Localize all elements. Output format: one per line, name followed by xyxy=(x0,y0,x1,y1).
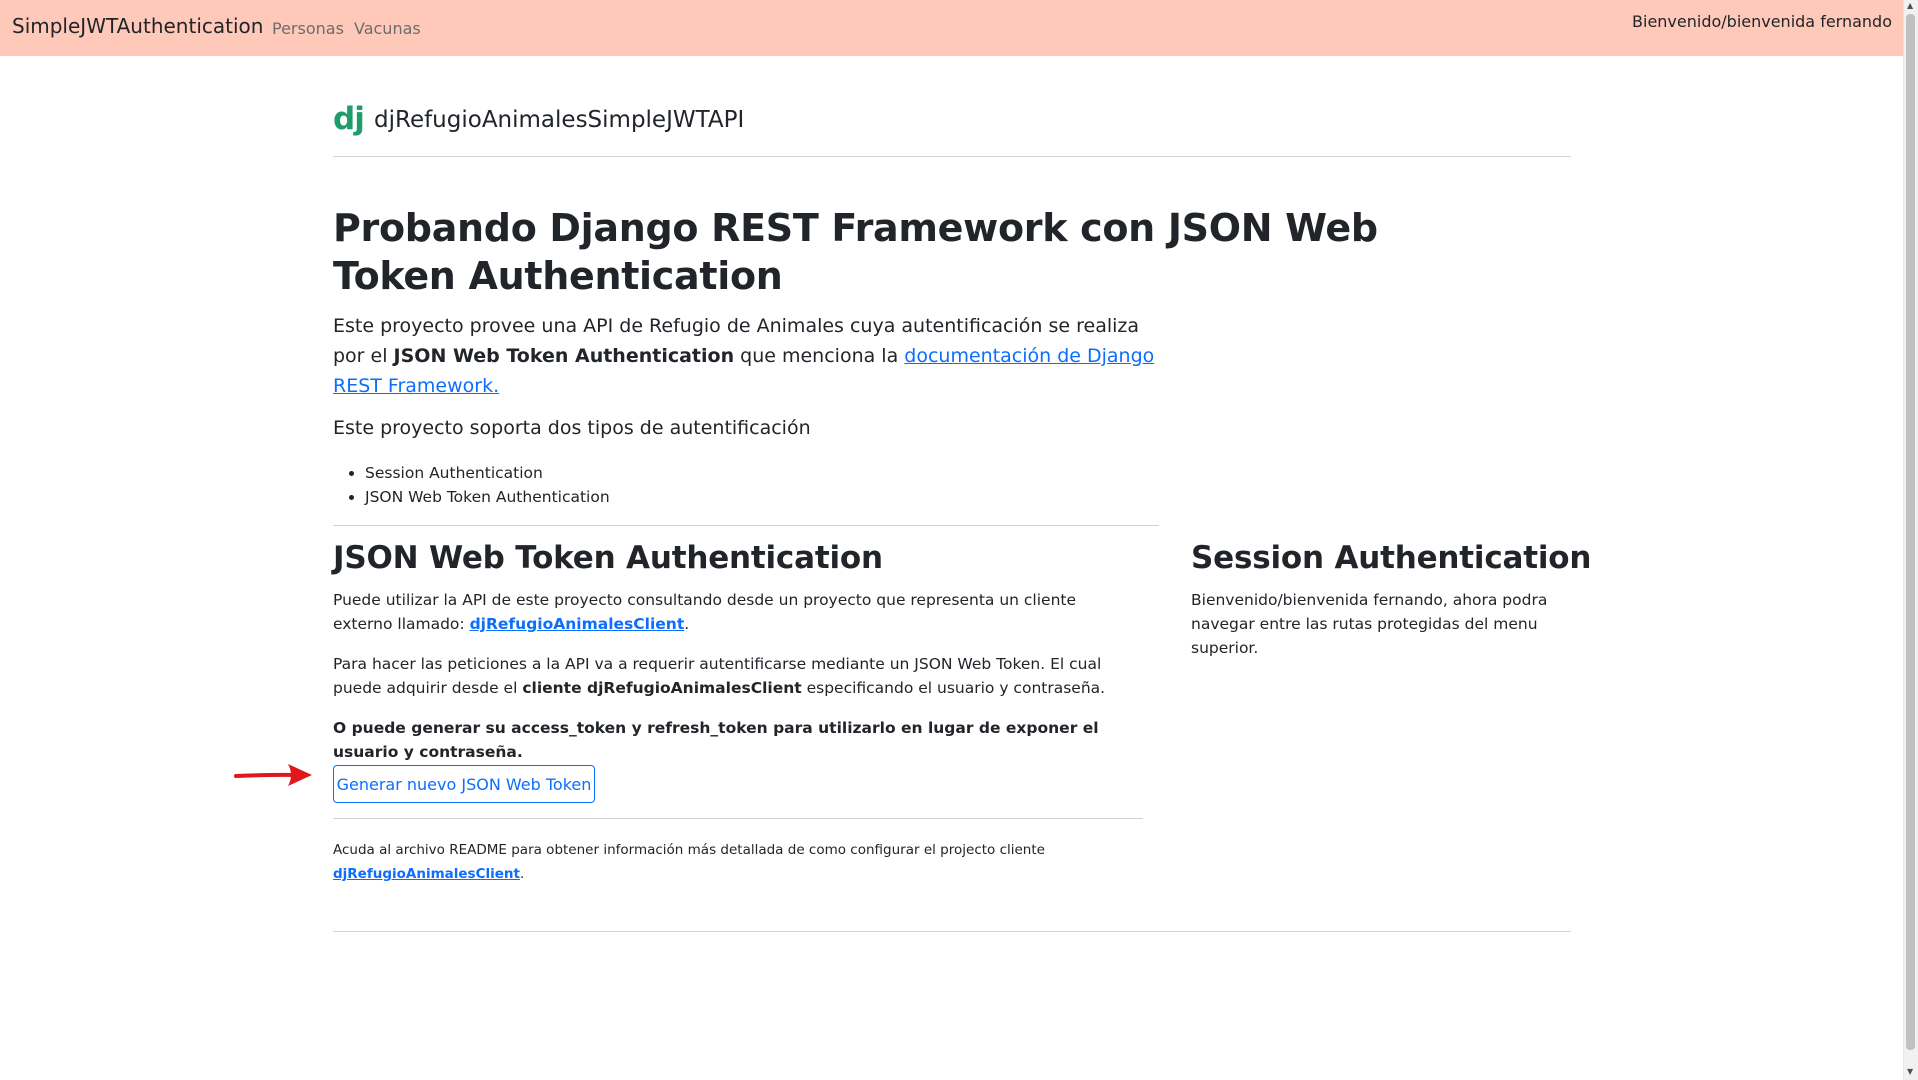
auth-types-list: Session Authentication JSON Web Token Au… xyxy=(333,461,610,509)
jwt-section-divider xyxy=(333,818,1143,819)
django-logo-icon: dj xyxy=(333,101,365,137)
readme-note: Acuda al archivo README para obtener inf… xyxy=(333,838,1093,886)
session-section-text: Bienvenido/bienvenida fernando, ahora po… xyxy=(1191,591,1548,657)
jwt-para-client: Puede utilizar la API de este proyecto c… xyxy=(333,588,1123,636)
jwt-para-client-text: Puede utilizar la API de este proyecto c… xyxy=(333,591,1077,633)
list-item: Session Authentication xyxy=(365,461,610,485)
scroll-up-arrow-icon[interactable]: ▲ xyxy=(1907,2,1913,10)
scrollbar-thumb[interactable] xyxy=(1906,14,1915,1050)
jwt-para-generate: O puede generar su access_token y refres… xyxy=(333,719,1099,761)
red-arrow-icon xyxy=(234,764,312,786)
generate-jwt-button[interactable]: Generar nuevo JSON Web Token xyxy=(333,765,595,803)
jwt-para-token-after: especificando el usuario y contraseña. xyxy=(801,679,1106,697)
nav-link-personas[interactable]: Personas xyxy=(272,19,344,38)
vertical-scrollbar[interactable]: ▲ ▼ xyxy=(1903,0,1918,1080)
jwt-para-client-after: . xyxy=(684,615,690,633)
readme-client-link[interactable]: djRefugioAnimalesClient xyxy=(333,866,520,882)
session-section-heading: Session Authentication xyxy=(1191,540,1592,576)
nav-link-vacunas[interactable]: Vacunas xyxy=(354,19,421,38)
readme-note-after: . xyxy=(519,866,525,882)
intro-paragraph: Este proyecto provee una API de Refugio … xyxy=(333,311,1163,401)
header-divider xyxy=(333,156,1571,157)
welcome-message: Bienvenido/bienvenida fernando xyxy=(1632,12,1892,31)
navbar-brand[interactable]: SimpleJWTAuthentication xyxy=(12,14,263,38)
jwt-para-token: Para hacer las peticiones a la API va a … xyxy=(333,652,1123,700)
intro-divider xyxy=(333,525,1159,526)
list-item: JSON Web Token Authentication xyxy=(365,485,610,509)
readme-note-text: Acuda al archivo README para obtener inf… xyxy=(333,842,1045,858)
jwt-para-token-bold: cliente djRefugioAnimalesClient xyxy=(522,679,802,697)
client-repo-link[interactable]: djRefugioAnimalesClient xyxy=(470,615,685,633)
intro-middle-text: que menciona la xyxy=(734,345,905,367)
top-navbar: SimpleJWTAuthentication Personas Vacunas… xyxy=(0,0,1904,56)
site-title: djRefugioAnimalesSimpleJWTAPI xyxy=(374,107,745,133)
auth-types-intro: Este proyecto soporta dos tipos de auten… xyxy=(333,417,811,439)
footer-divider xyxy=(333,931,1571,932)
page-heading: Probando Django REST Framework con JSON … xyxy=(333,206,1378,298)
jwt-section-heading: JSON Web Token Authentication xyxy=(333,540,883,576)
scroll-down-arrow-icon[interactable]: ▼ xyxy=(1907,1068,1913,1076)
intro-bold-text: JSON Web Token Authentication xyxy=(393,345,735,367)
